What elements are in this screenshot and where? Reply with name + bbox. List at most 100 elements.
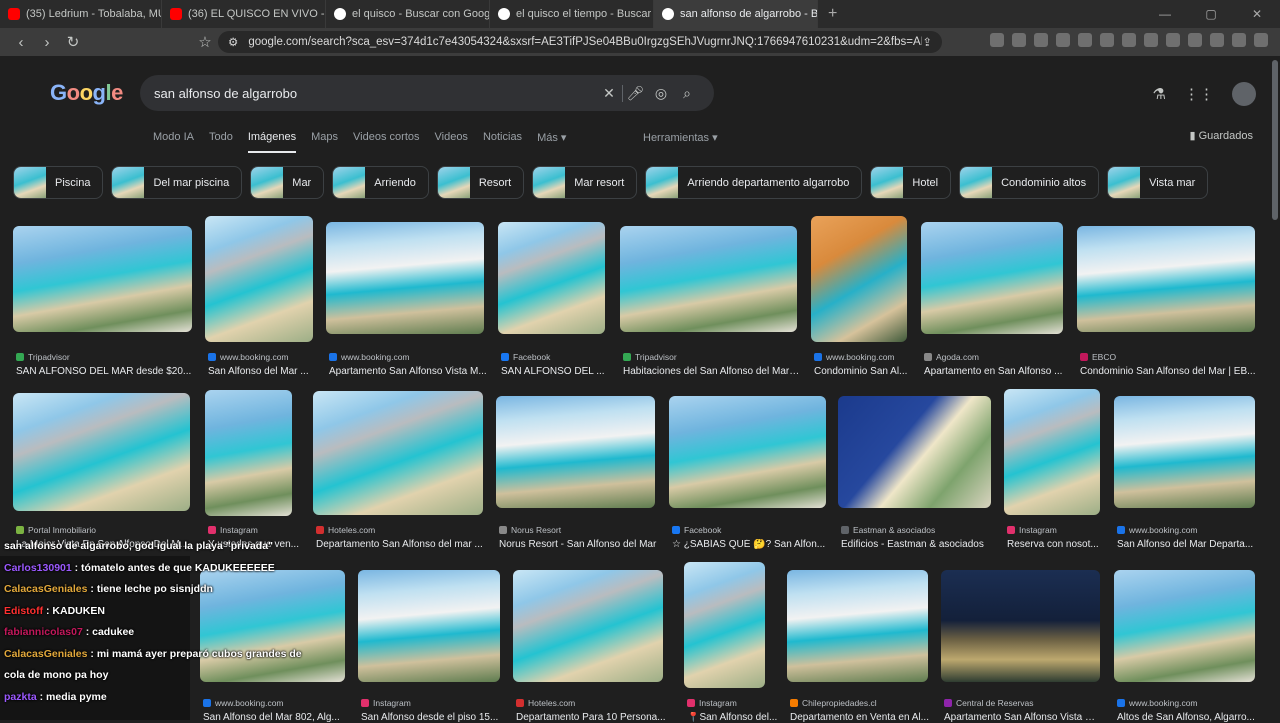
music-icon[interactable] — [1144, 33, 1158, 47]
result-title[interactable]: San Alfonso del Mar 802, Alg... — [203, 712, 348, 723]
back-icon[interactable]: ‹ — [8, 34, 34, 51]
result-source[interactable]: Chilepropiedades.cl — [790, 698, 877, 708]
browser-tab[interactable]: el quisco - Buscar con Google — [326, 0, 490, 28]
forward-icon[interactable]: › — [34, 34, 60, 51]
result-title[interactable]: Apartamento en San Alfonso ... — [924, 366, 1066, 377]
result-thumbnail[interactable] — [838, 396, 991, 508]
saved-button[interactable]: ▮ Guardados — [1189, 129, 1253, 142]
result-thumbnail[interactable] — [498, 222, 605, 334]
result-source[interactable]: Portal Inmobiliario — [16, 525, 96, 535]
result-title[interactable]: Departamento Para 10 Persona... — [516, 712, 666, 723]
new-tab-button[interactable]: + — [818, 5, 847, 23]
chip[interactable]: Hotel — [870, 166, 952, 199]
result-title[interactable]: ☆ ¿SABÍAS QUÉ 🤔? San Alfon... — [672, 539, 829, 550]
avatar[interactable] — [1232, 82, 1256, 106]
scrollbar[interactable] — [1272, 60, 1278, 220]
result-source[interactable]: Eastman & asociados — [841, 525, 935, 535]
result-thumbnail[interactable] — [1114, 396, 1255, 508]
browser-tab[interactable]: (35) Ledrium - Tobalaba, MUT, Av. Pr — [0, 0, 162, 28]
extension-icon[interactable] — [1122, 33, 1136, 47]
result-thumbnail[interactable] — [205, 390, 292, 516]
result-thumbnail[interactable] — [921, 222, 1063, 334]
result-source[interactable]: Instagram — [208, 525, 258, 535]
lens-icon[interactable]: ◎ — [648, 85, 674, 102]
labs-icon[interactable]: ⚗ — [1153, 85, 1166, 103]
tools-button[interactable]: Herramientas ▾ — [643, 131, 718, 144]
result-title[interactable]: Apartamento San Alfonso Vista Ma... — [944, 712, 1103, 723]
maximize-icon[interactable]: ▢ — [1188, 0, 1234, 28]
result-thumbnail[interactable] — [787, 570, 928, 682]
chip[interactable]: Condominio altos — [959, 166, 1100, 199]
menu-icon[interactable] — [1254, 33, 1268, 47]
result-source[interactable]: Facebook — [672, 525, 721, 535]
result-title[interactable]: Norus Resort - San Alfonso del Mar — [499, 539, 658, 550]
result-thumbnail[interactable] — [1114, 570, 1255, 682]
chip[interactable]: Piscina — [13, 166, 104, 199]
close-window-icon[interactable]: ✕ — [1234, 0, 1280, 28]
tab-videos-cortos[interactable]: Videos cortos — [353, 131, 419, 153]
google-logo[interactable]: Google — [50, 80, 123, 106]
chip[interactable]: Del mar piscina — [111, 166, 243, 199]
extension-icon[interactable] — [1034, 33, 1048, 47]
result-thumbnail[interactable] — [496, 396, 655, 508]
result-thumbnail[interactable] — [513, 570, 663, 682]
chip[interactable]: Mar resort — [532, 166, 638, 199]
result-source[interactable]: Hoteles.com — [516, 698, 575, 708]
result-source[interactable]: Instagram — [1007, 525, 1057, 535]
share-icon[interactable]: ⇪ — [922, 35, 932, 49]
result-source[interactable]: Facebook — [501, 352, 550, 362]
tab-maps[interactable]: Maps — [311, 131, 338, 153]
extension-icon[interactable] — [1012, 33, 1026, 47]
result-thumbnail[interactable] — [941, 570, 1100, 682]
chip[interactable]: Arriendo departamento algarrobo — [645, 166, 863, 199]
result-source[interactable]: www.booking.com — [1117, 525, 1198, 535]
result-title[interactable]: Condominio San Alfonso del Mar | EB... — [1080, 366, 1258, 377]
result-source[interactable]: Instagram — [687, 698, 737, 708]
result-thumbnail[interactable] — [13, 393, 190, 511]
result-source[interactable]: Tripadvisor — [16, 352, 70, 362]
result-thumbnail[interactable] — [620, 226, 797, 332]
result-title[interactable]: SAN ALFONSO DEL MAR desde $20... — [16, 366, 195, 377]
result-source[interactable]: Instagram — [361, 698, 411, 708]
extension-icon[interactable] — [1056, 33, 1070, 47]
result-thumbnail[interactable] — [1004, 389, 1100, 515]
result-title[interactable]: Apartamento San Alfonso Vista M... — [329, 366, 487, 377]
result-title[interactable]: Departamento en Venta en Al... — [790, 712, 931, 723]
search-icon[interactable]: ⌕ — [674, 85, 700, 102]
result-source[interactable]: Agoda.com — [924, 352, 979, 362]
wallet-icon[interactable] — [1188, 33, 1202, 47]
apps-icon[interactable]: ⋮⋮ — [1184, 85, 1214, 103]
result-title[interactable]: Edificios - Eastman & asociados — [841, 539, 994, 550]
result-title[interactable]: San Alfonso del Mar Departa... — [1117, 539, 1258, 550]
result-title[interactable]: Habitaciones del San Alfonso del Mar:... — [623, 366, 800, 377]
extension-icon[interactable] — [1100, 33, 1114, 47]
search-input[interactable] — [154, 85, 596, 101]
result-source[interactable]: EBCO — [1080, 352, 1116, 362]
profile-icon[interactable] — [1232, 33, 1246, 47]
ai-icon[interactable] — [1210, 33, 1224, 47]
browser-tab[interactable]: el quisco el tiempo - Buscar con Goo — [490, 0, 654, 28]
result-title[interactable]: Departamento San Alfonso del mar ... — [316, 539, 486, 550]
minimize-icon[interactable]: — — [1142, 0, 1188, 28]
site-info-icon[interactable]: ⚙ — [228, 35, 238, 49]
result-thumbnail[interactable] — [811, 216, 907, 342]
result-thumbnail[interactable] — [326, 222, 484, 334]
tab-imagenes[interactable]: Imágenes — [247, 131, 297, 153]
result-source[interactable]: www.booking.com — [329, 352, 410, 362]
bookmark-icon[interactable]: ☆ — [192, 33, 218, 51]
result-title[interactable]: SAN ALFONSO DEL ... — [501, 366, 641, 377]
result-thumbnail[interactable] — [313, 391, 483, 515]
reload-icon[interactable]: ↻ — [60, 33, 86, 51]
result-thumbnail[interactable] — [13, 226, 192, 332]
result-thumbnail[interactable] — [358, 570, 500, 682]
address-bar[interactable]: ⚙ google.com/search?sca_esv=374d1c7e4305… — [218, 31, 942, 53]
result-source[interactable]: Central de Reservas — [944, 698, 1033, 708]
tab-mas[interactable]: Más ▾ — [537, 131, 566, 153]
browser-tab-active[interactable]: san alfonso de algarrobo - Busca✕ — [654, 0, 818, 28]
clear-icon[interactable]: ✕ — [596, 85, 622, 102]
result-source[interactable]: www.booking.com — [1117, 698, 1198, 708]
result-source[interactable]: Hoteles.com — [316, 525, 375, 535]
tab-noticias[interactable]: Noticias — [483, 131, 522, 153]
result-title[interactable]: San Alfonso del Mar ... — [208, 366, 348, 377]
result-thumbnail[interactable] — [669, 396, 826, 508]
